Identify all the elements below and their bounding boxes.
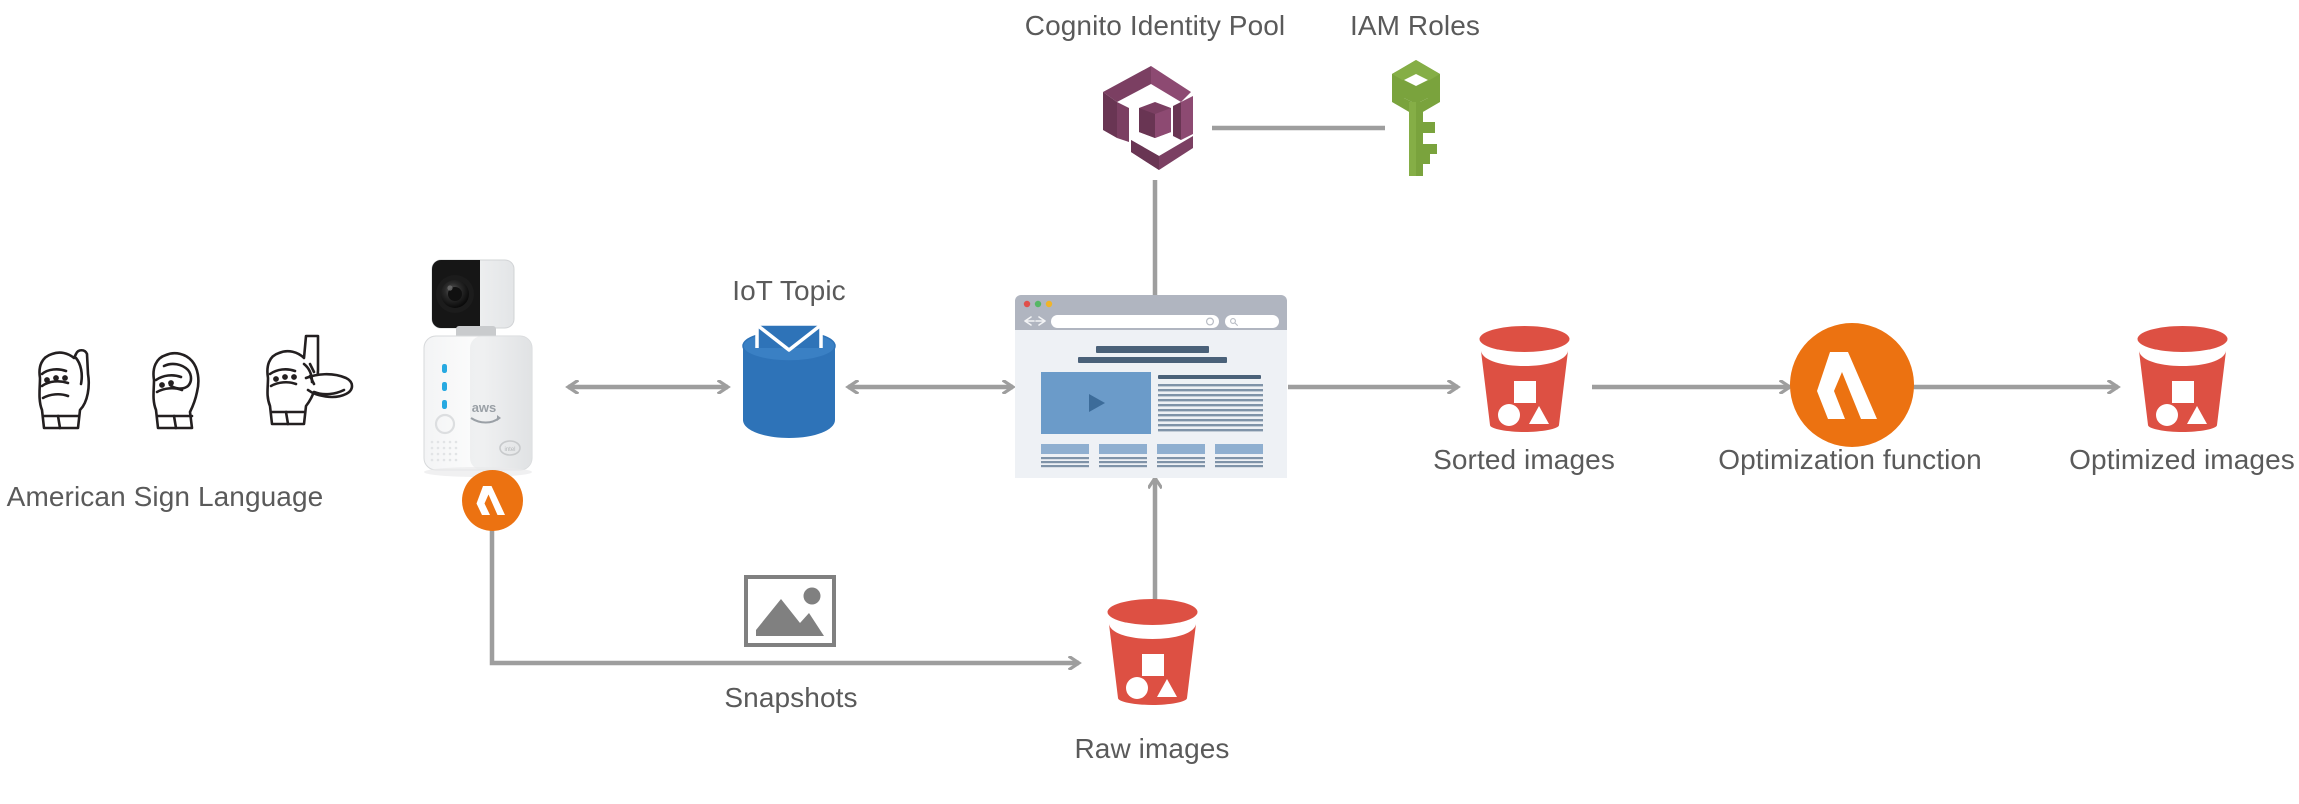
label-snapshots: Snapshots — [724, 682, 858, 713]
node-web-application[interactable] — [1015, 295, 1287, 478]
asl-hands-icon — [38, 334, 354, 430]
label-american-sign-language: American Sign Language — [6, 481, 324, 512]
node-iot-topic — [735, 318, 843, 448]
label-optimization-function: Optimization function — [1718, 444, 1982, 475]
s3-bucket-icon — [1479, 326, 1570, 432]
node-american-sign-language — [20, 330, 365, 460]
cognito-identity-pool-icon — [1103, 66, 1193, 170]
node-raw-images — [1095, 598, 1210, 706]
label-optimized-images: Optimized images — [2069, 444, 2295, 475]
node-sorted-images — [1467, 325, 1582, 433]
lambda-function-icon — [1790, 323, 1914, 447]
window-maximize-dot — [1034, 300, 1042, 308]
s3-bucket-icon — [2137, 326, 2228, 432]
label-iot-topic: IoT Topic — [732, 275, 846, 306]
address-bar — [1051, 315, 1219, 328]
lambda-badge-icon — [462, 470, 523, 531]
svg-text:intel: intel — [504, 447, 515, 453]
node-optimized-images — [2125, 325, 2240, 433]
window-close-dot — [1023, 300, 1031, 308]
iam-roles-key-icon — [1392, 60, 1440, 176]
label-iam-roles: IAM Roles — [1349, 10, 1481, 41]
node-snapshots — [744, 575, 836, 647]
node-cognito-identity-pool — [1095, 62, 1215, 180]
label-raw-images: Raw images — [1074, 733, 1230, 764]
node-iam-roles — [1382, 58, 1450, 180]
web-application-browser-icon[interactable] — [1015, 295, 1287, 478]
svg-text:aws: aws — [472, 400, 497, 415]
s3-bucket-icon — [1107, 599, 1198, 705]
node-optimization-function — [1790, 323, 1914, 447]
window-minimize-dot — [1045, 300, 1053, 308]
label-sorted-images: Sorted images — [1433, 444, 1615, 475]
browser-search-box — [1225, 315, 1279, 328]
image-placeholder-icon — [744, 575, 836, 647]
badge-deeplens-lambda — [462, 470, 523, 531]
iot-topic-icon — [742, 322, 836, 438]
label-cognito-identity-pool: Cognito Identity Pool — [1024, 10, 1286, 41]
